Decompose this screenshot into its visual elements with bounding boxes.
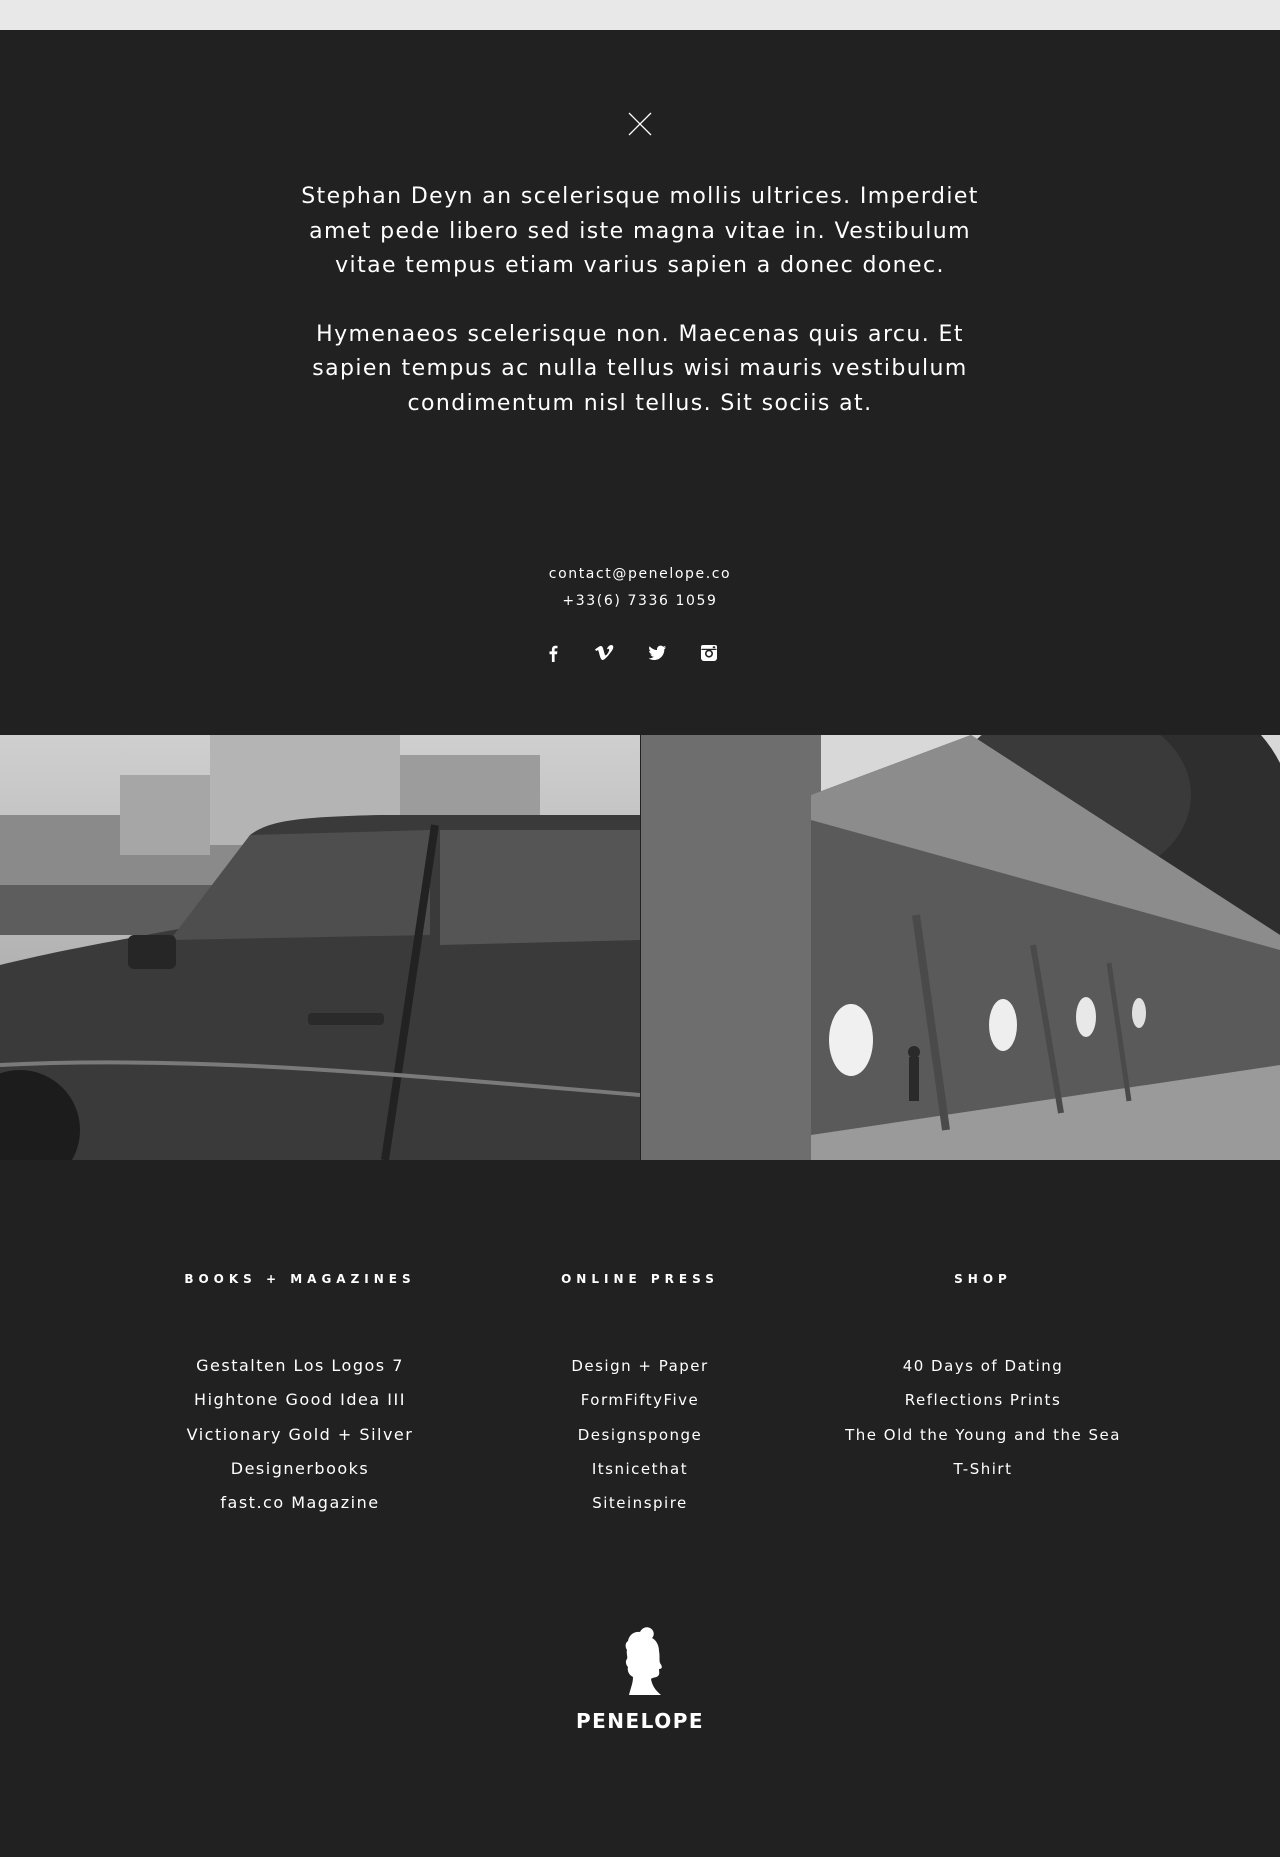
brand-logo[interactable]: PENELOPE	[560, 1625, 720, 1733]
silhouette-icon	[625, 1627, 662, 1695]
list-item[interactable]: T-Shirt	[803, 1452, 1163, 1486]
photo-strip	[0, 735, 1280, 1160]
column-heading: SHOP	[954, 1272, 1012, 1286]
shop-column: SHOP 40 Days of Dating Reflections Print…	[803, 1269, 1163, 1486]
books-magazines-column: BOOKS + MAGAZINES Gestalten Los Logos 7 …	[120, 1269, 480, 1520]
column-heading: BOOKS + MAGAZINES	[184, 1272, 416, 1286]
footer-links: BOOKS + MAGAZINES Gestalten Los Logos 7 …	[0, 1160, 1280, 1857]
list-item[interactable]: Siteinspire	[460, 1486, 820, 1520]
social-links	[540, 640, 740, 666]
list-item[interactable]: Itsnicethat	[460, 1452, 820, 1486]
list-item[interactable]: Victionary Gold + Silver	[120, 1418, 480, 1452]
list-item[interactable]: fast.co Magazine	[120, 1486, 480, 1520]
browser-top-bar	[0, 0, 1280, 30]
brand-name: PENELOPE	[575, 1709, 705, 1733]
list-item[interactable]: Reflections Prints	[803, 1383, 1163, 1417]
about-paragraph: Hymenaeos scelerisque non. Maecenas quis…	[312, 321, 968, 416]
instagram-icon[interactable]	[696, 640, 722, 666]
column-heading: ONLINE PRESS	[561, 1272, 719, 1286]
list-item[interactable]: FormFiftyFive	[460, 1383, 820, 1417]
contact-info: contact@penelope.co +33(6) 7336 1059	[440, 561, 840, 615]
car-photo	[0, 735, 640, 1160]
about-text: Stephan Deyn an scelerisque mollis ultri…	[300, 180, 980, 455]
twitter-icon[interactable]	[644, 640, 670, 666]
close-icon[interactable]	[627, 111, 653, 137]
wall-photo	[641, 735, 1280, 1160]
about-overlay: Stephan Deyn an scelerisque mollis ultri…	[0, 30, 1280, 735]
list-item[interactable]: Design + Paper	[460, 1349, 820, 1383]
about-paragraph: Stephan Deyn an scelerisque mollis ultri…	[301, 184, 979, 278]
list-item[interactable]: Designsponge	[460, 1418, 820, 1452]
list-item[interactable]: 40 Days of Dating	[803, 1349, 1163, 1383]
list-item[interactable]: Gestalten Los Logos 7	[120, 1349, 480, 1383]
facebook-icon[interactable]	[540, 640, 566, 666]
contact-email-link[interactable]: contact@penelope.co	[440, 561, 840, 588]
vimeo-icon[interactable]	[592, 640, 618, 666]
online-press-column: ONLINE PRESS Design + Paper FormFiftyFiv…	[460, 1269, 820, 1520]
list-item[interactable]: Designerbooks	[120, 1452, 480, 1486]
list-item[interactable]: The Old the Young and the Sea	[803, 1418, 1163, 1452]
contact-phone: +33(6) 7336 1059	[562, 593, 718, 609]
list-item[interactable]: Hightone Good Idea III	[120, 1383, 480, 1417]
